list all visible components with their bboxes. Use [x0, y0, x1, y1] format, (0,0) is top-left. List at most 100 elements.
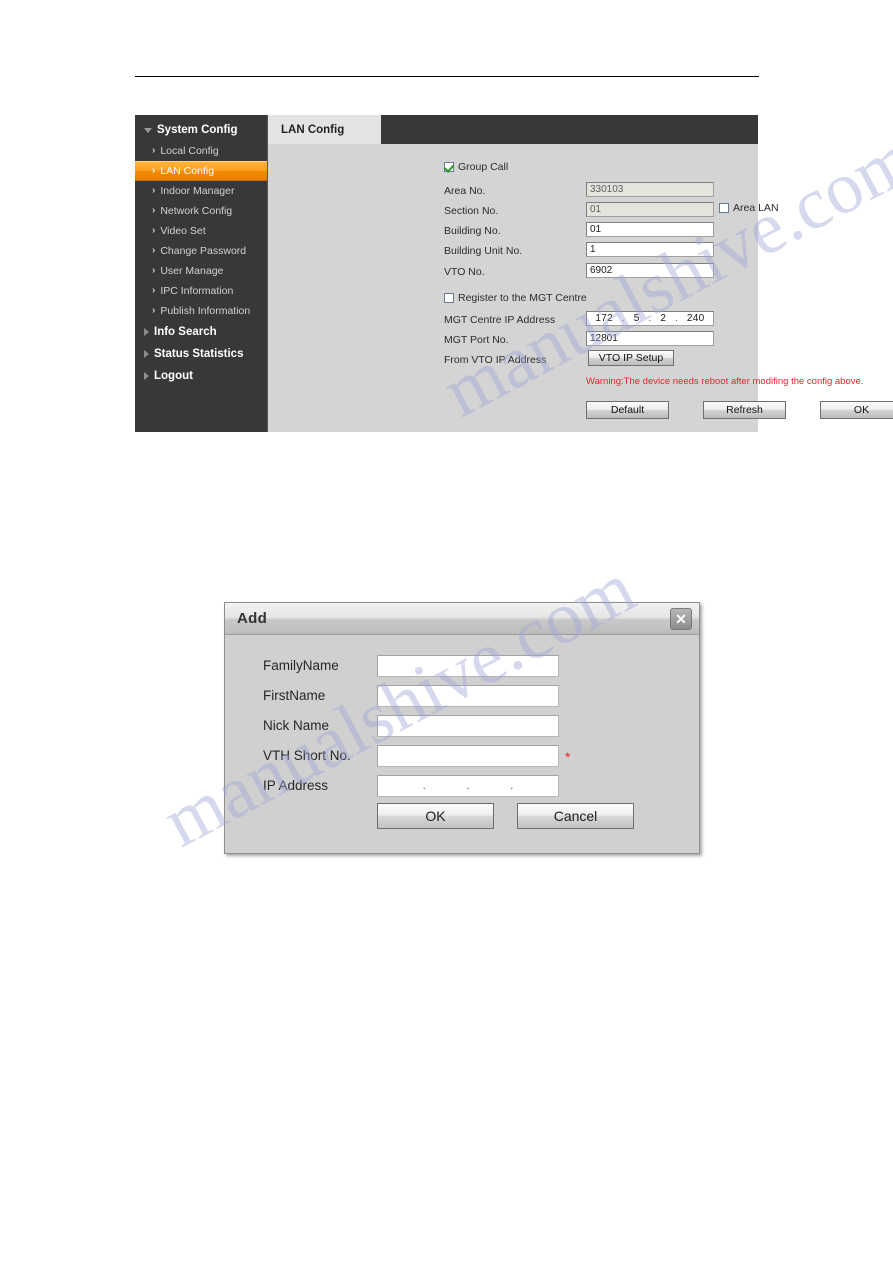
checkbox-icon[interactable]: [444, 162, 454, 172]
ip-separator: .: [621, 313, 625, 324]
ip-octet-3: 2: [660, 313, 667, 324]
chevron-right-icon: ›: [152, 145, 156, 156]
ip-octet-1: 172: [595, 313, 613, 324]
close-icon[interactable]: ✕: [670, 608, 692, 630]
dialog-title-bar: Add ✕: [225, 603, 699, 635]
sidebar-group-system-config[interactable]: System Config: [135, 119, 267, 141]
tab-label: LAN Config: [281, 123, 345, 136]
vto-no-input[interactable]: 6902: [586, 263, 714, 278]
register-mgt-centre-label: Register to the MGT Centre: [458, 292, 587, 304]
triangle-right-icon: [144, 328, 149, 336]
sidebar-item-indoor-manager[interactable]: › Indoor Manager: [135, 181, 267, 201]
dialog-cancel-button[interactable]: Cancel: [517, 803, 634, 829]
sidebar-item-ipc-information[interactable]: › IPC Information: [135, 281, 267, 301]
building-unit-no-label: Building Unit No.: [444, 245, 523, 257]
chevron-right-icon: ›: [152, 305, 156, 316]
ip-separator: .: [510, 780, 514, 792]
chevron-right-icon: ›: [152, 165, 156, 176]
sidebar-group-label: Info Search: [154, 326, 217, 338]
sidebar-item-label: Video Set: [160, 225, 206, 237]
building-unit-no-input[interactable]: 1: [586, 242, 714, 257]
vth-short-no-label: VTH Short No.: [263, 748, 351, 763]
mgt-centre-ip-input[interactable]: 172 . 5 . 2 . 240: [586, 311, 714, 326]
vto-no-label: VTO No.: [444, 266, 485, 278]
field-row-ip-address: IP Address . . .: [225, 775, 701, 805]
sidebar-item-label: Publish Information: [160, 305, 251, 317]
dialog-button-row: OK Cancel: [377, 803, 634, 829]
family-name-label: FamilyName: [263, 658, 339, 673]
ip-address-input[interactable]: . . .: [377, 775, 559, 797]
ip-octet-2: 5: [633, 313, 640, 324]
ip-separator: .: [422, 780, 426, 792]
sidebar-group-label: System Config: [157, 124, 238, 136]
sidebar-item-label: User Manage: [160, 265, 224, 277]
sidebar-group-label: Status Statistics: [154, 348, 244, 360]
chevron-right-icon: ›: [152, 285, 156, 296]
sidebar-item-user-manage[interactable]: › User Manage: [135, 261, 267, 281]
section-no-input[interactable]: 01: [586, 202, 714, 217]
field-row-vth-short-no: VTH Short No. *: [225, 745, 701, 775]
ip-separator: .: [675, 313, 679, 324]
vth-short-no-input[interactable]: [377, 745, 559, 767]
area-no-input[interactable]: 330103: [586, 182, 714, 197]
mgt-port-no-label: MGT Port No.: [444, 334, 509, 346]
ip-octet-4: 240: [686, 313, 705, 324]
triangle-right-icon: [144, 350, 149, 358]
triangle-down-icon: [144, 127, 152, 133]
sidebar-group-label: Logout: [154, 370, 193, 382]
nick-name-input[interactable]: [377, 715, 559, 737]
checkbox-icon[interactable]: [719, 203, 729, 213]
sidebar-group-info-search[interactable]: Info Search: [135, 321, 267, 343]
required-marker: *: [565, 749, 571, 765]
sidebar-item-local-config[interactable]: › Local Config: [135, 141, 267, 161]
area-lan-checkbox-row[interactable]: Area LAN: [719, 202, 779, 214]
chevron-right-icon: ›: [152, 245, 156, 256]
ip-separator: .: [466, 780, 470, 792]
first-name-label: FirstName: [263, 688, 326, 703]
sidebar-item-change-password[interactable]: › Change Password: [135, 241, 267, 261]
sidebar-group-status-statistics[interactable]: Status Statistics: [135, 343, 267, 365]
sidebar-item-lan-config[interactable]: › LAN Config: [135, 161, 267, 181]
mgt-port-no-input[interactable]: 12801: [586, 331, 714, 346]
triangle-right-icon: [144, 372, 149, 380]
sidebar-item-network-config[interactable]: › Network Config: [135, 201, 267, 221]
area-no-label: Area No.: [444, 185, 486, 197]
sidebar: System Config › Local Config › LAN Confi…: [135, 115, 268, 432]
vto-ip-setup-button[interactable]: VTO IP Setup: [588, 350, 674, 366]
sidebar-item-label: LAN Config: [160, 165, 215, 177]
sidebar-group-logout[interactable]: Logout: [135, 365, 267, 387]
group-call-checkbox-row[interactable]: Group Call: [444, 161, 508, 173]
checkbox-icon[interactable]: [444, 293, 454, 303]
sidebar-item-label: IPC Information: [160, 285, 234, 297]
ip-separator: .: [648, 313, 652, 324]
from-vto-ip-label: From VTO IP Address: [444, 354, 547, 366]
add-dialog: Add ✕ FamilyName FirstName Nick Name VTH…: [224, 602, 700, 854]
sidebar-item-video-set[interactable]: › Video Set: [135, 221, 267, 241]
dialog-body: FamilyName FirstName Nick Name VTH Short…: [225, 635, 699, 854]
family-name-input[interactable]: [377, 655, 559, 677]
vto-web-interface: System Config › Local Config › LAN Confi…: [135, 115, 893, 432]
sidebar-item-label: Local Config: [160, 145, 219, 157]
lan-config-panel: Group Call Area No. 330103 Section No. 0…: [268, 144, 893, 432]
page-header-rule: [135, 76, 759, 77]
first-name-input[interactable]: [377, 685, 559, 707]
ip-address-label: IP Address: [263, 778, 329, 793]
field-row-family-name: FamilyName: [225, 655, 701, 685]
dialog-ok-button[interactable]: OK: [377, 803, 494, 829]
mgt-centre-ip-label: MGT Centre IP Address: [444, 314, 556, 326]
sidebar-item-label: Indoor Manager: [160, 185, 235, 197]
register-mgt-centre-checkbox-row[interactable]: Register to the MGT Centre: [444, 292, 587, 304]
building-no-label: Building No.: [444, 225, 501, 237]
field-row-nick-name: Nick Name: [225, 715, 701, 745]
default-button[interactable]: Default: [586, 401, 669, 419]
content-area: LAN Config Group Call Area No. 330103 Se…: [268, 115, 893, 432]
ok-button[interactable]: OK: [820, 401, 893, 419]
dialog-title: Add: [237, 610, 268, 627]
refresh-button[interactable]: Refresh: [703, 401, 786, 419]
building-no-input[interactable]: 01: [586, 222, 714, 237]
section-no-label: Section No.: [444, 205, 499, 217]
sidebar-item-publish-information[interactable]: › Publish Information: [135, 301, 267, 321]
tab-lan-config[interactable]: LAN Config: [268, 115, 381, 144]
chevron-right-icon: ›: [152, 205, 156, 216]
sidebar-item-label: Network Config: [160, 205, 233, 217]
